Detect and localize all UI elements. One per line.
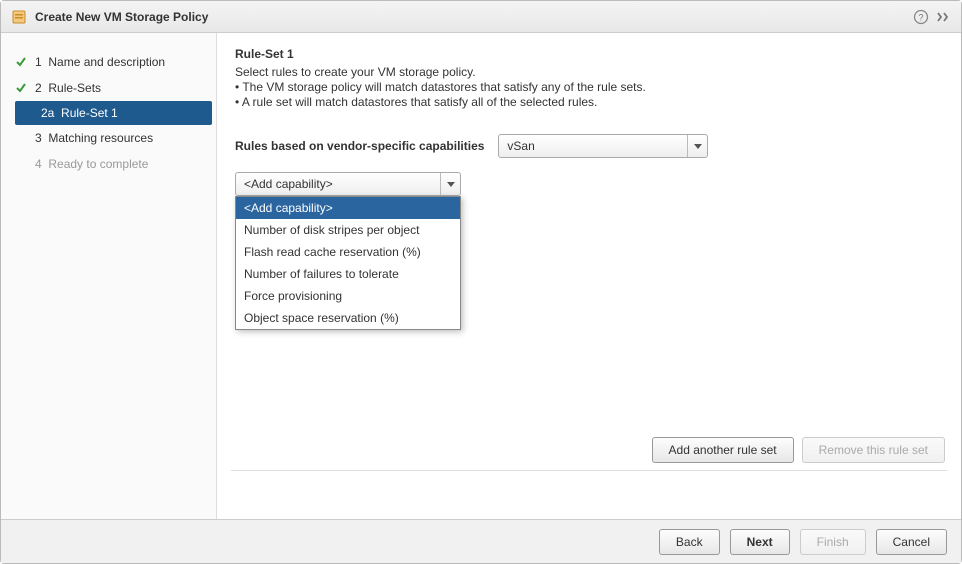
capability-option-failures-tolerate[interactable]: Number of failures to tolerate — [236, 263, 460, 285]
step-label: Matching resources — [48, 131, 153, 145]
step-rule-sets[interactable]: 2 Rule-Sets — [1, 75, 216, 101]
step-label: Name and description — [48, 55, 165, 69]
vendor-selected-value: vSan — [507, 139, 534, 153]
desc-line-1: Select rules to create your VM storage p… — [235, 65, 943, 79]
vendor-label: Rules based on vendor-specific capabilit… — [235, 139, 484, 153]
dialog-window: Create New VM Storage Policy ? 1 Name an… — [0, 0, 962, 564]
step-num: 3 — [35, 131, 42, 145]
capability-option-force-provisioning[interactable]: Force provisioning — [236, 285, 460, 307]
capability-option-disk-stripes[interactable]: Number of disk stripes per object — [236, 219, 460, 241]
vendor-select[interactable]: vSan — [498, 134, 708, 158]
step-label: Rule-Sets — [48, 81, 101, 95]
step-num: 1 — [35, 55, 42, 69]
desc-line-3: • A rule set will match datastores that … — [235, 95, 943, 109]
steps-sidebar: 1 Name and description 2 Rule-Sets 2a Ru… — [1, 33, 217, 519]
window-title: Create New VM Storage Policy — [35, 10, 907, 24]
add-ruleset-button[interactable]: Add another rule set — [652, 437, 794, 463]
desc-line-2: • The VM storage policy will match datas… — [235, 80, 943, 94]
capability-option-flash-reservation[interactable]: Flash read cache reservation (%) — [236, 241, 460, 263]
main-panel: Rule-Set 1 Select rules to create your V… — [217, 33, 961, 519]
help-icon[interactable]: ? — [913, 9, 929, 25]
step-matching-resources[interactable]: 3 Matching resources — [1, 125, 216, 151]
check-icon — [15, 56, 29, 68]
step-name-description[interactable]: 1 Name and description — [1, 49, 216, 75]
next-button[interactable]: Next — [730, 529, 790, 555]
policy-icon — [11, 9, 27, 25]
finish-button: Finish — [800, 529, 866, 555]
ruleset-footer: Add another rule set Remove this rule se… — [652, 437, 945, 463]
dialog-body: 1 Name and description 2 Rule-Sets 2a Ru… — [1, 33, 961, 519]
capability-dropdown: <Add capability> Number of disk stripes … — [235, 196, 461, 330]
cancel-button[interactable]: Cancel — [876, 529, 947, 555]
bottombar: Back Next Finish Cancel — [1, 519, 961, 563]
step-num: 2 — [35, 81, 42, 95]
collapse-icon[interactable] — [935, 9, 951, 25]
back-button[interactable]: Back — [659, 529, 720, 555]
chevron-down-icon — [687, 135, 707, 157]
substep-label: Rule-Set 1 — [61, 106, 118, 120]
capability-select[interactable]: <Add capability> — [235, 172, 461, 196]
svg-text:?: ? — [918, 12, 923, 22]
capability-option-placeholder[interactable]: <Add capability> — [236, 197, 460, 219]
titlebar: Create New VM Storage Policy ? — [1, 1, 961, 33]
capability-option-space-reservation[interactable]: Object space reservation (%) — [236, 307, 460, 329]
ruleset-footer-separator — [231, 470, 947, 471]
check-icon — [15, 82, 29, 94]
substep-num: 2a — [41, 106, 54, 120]
capability-block: <Add capability> <Add capability> Number… — [235, 172, 943, 196]
substep-rule-set-1[interactable]: 2a Rule-Set 1 — [15, 101, 212, 125]
vendor-row: Rules based on vendor-specific capabilit… — [235, 134, 943, 158]
ruleset-title: Rule-Set 1 — [235, 47, 943, 61]
step-num: 4 — [35, 157, 42, 171]
step-ready-to-complete: 4 Ready to complete — [1, 151, 216, 177]
remove-ruleset-button: Remove this rule set — [802, 437, 945, 463]
chevron-down-icon — [440, 173, 460, 195]
step-label: Ready to complete — [48, 157, 148, 171]
capability-selected-value: <Add capability> — [244, 177, 333, 191]
